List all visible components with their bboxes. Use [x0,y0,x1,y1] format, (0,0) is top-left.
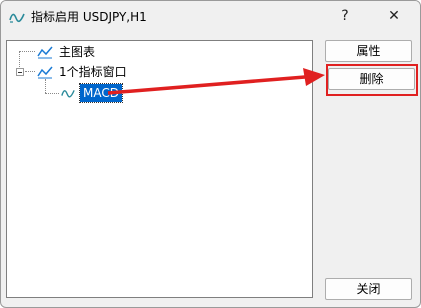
annotation-highlight-box [326,64,418,96]
indicator-dialog: 指标启用 USDJPY,H1 ? ✕ 主图表 1个指标窗口 MACD 属性 删除… [0,0,421,308]
close-button[interactable]: 关闭 [325,278,412,300]
indicator-icon [9,13,25,23]
properties-button[interactable]: 属性 [325,40,412,62]
indicator-icon [61,90,75,98]
chart-icon [37,46,53,59]
collapse-toggle[interactable] [16,68,24,76]
help-button[interactable]: ? [325,3,365,30]
close-window-button[interactable]: ✕ [374,3,414,30]
tree-line [45,79,47,93]
tree-item-label: 主图表 [59,45,96,59]
tree-line [19,51,35,53]
tree-item-label: MACD [79,83,123,103]
indicator-tree[interactable]: 主图表 1个指标窗口 MACD [6,40,313,298]
title-bar[interactable]: 指标启用 USDJPY,H1 ? ✕ [1,1,420,32]
tree-line [45,93,59,95]
tree-line [25,71,35,73]
tree-item-label: 1个指标窗口 [59,65,127,79]
window-title: 指标启用 USDJPY,H1 [31,10,147,24]
chart-icon [37,66,53,79]
close-icon: ✕ [388,8,400,24]
